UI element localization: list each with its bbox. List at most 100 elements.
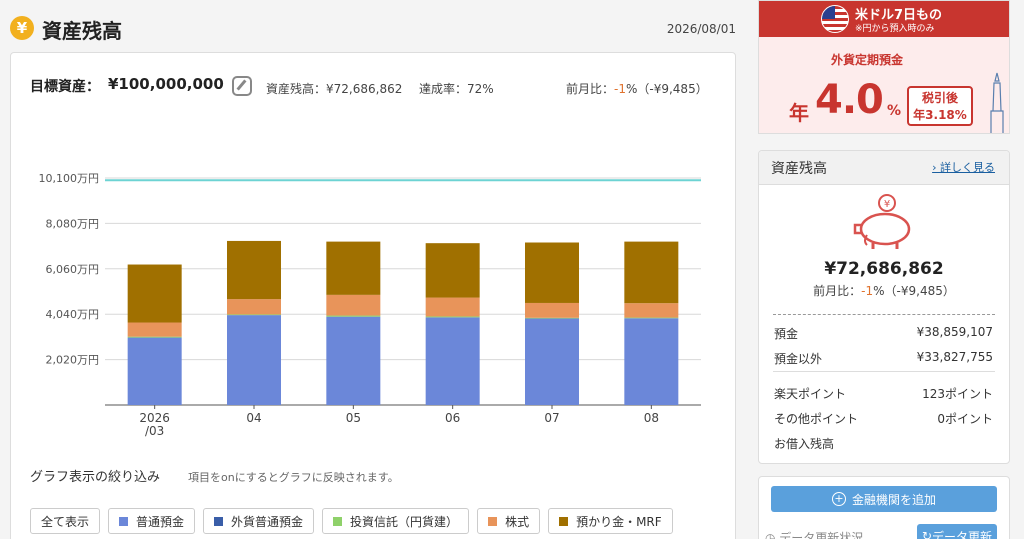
other-points-value: 0ポイント: [937, 412, 993, 426]
bar-segment: [525, 318, 579, 405]
rakuten-points-label: 楽天ポイント: [774, 387, 847, 401]
bar-segment: [326, 316, 381, 405]
main-card: 目標資産： ¥100,000,000 資産残高：¥72,686,862 達成率：…: [10, 52, 736, 539]
filter-chips: 全て表示 普通預金 外貨普通預金 投資信託（円貨建） 株式 預かり金・MRF: [30, 508, 673, 534]
update-status-label: データ更新状況: [779, 531, 864, 539]
page: ¥ 資産残高 2026/08/01 目標資産： ¥100,000,000 資産残…: [0, 0, 1024, 539]
piggy-bank-icon: ¥: [853, 194, 911, 249]
update-status-link[interactable]: ◷ データ更新状況: [765, 529, 863, 539]
y-tick-label: 4,040万円: [46, 308, 100, 321]
banner-header: 米ドル7日もの ※円から預入時のみ: [759, 1, 1009, 37]
chip-label: 外貨普通預金: [231, 514, 304, 529]
side-mom-suffix: %（-¥9,485）: [873, 284, 955, 298]
bar-segment: [624, 303, 679, 318]
x-tick-label: 04: [246, 411, 261, 425]
month-over-month: 前月比：-1%（-¥9,485）: [566, 80, 708, 97]
side-mom-percent: -1: [861, 284, 874, 298]
filter-chip-mrf[interactable]: 預かり金・MRF: [548, 508, 673, 534]
bar-segment: [127, 336, 182, 338]
chip-label: 預かり金・MRF: [576, 514, 662, 529]
page-title: 資産残高: [42, 19, 122, 43]
banner-rate: 4.0: [815, 77, 884, 123]
bar-segment: [326, 315, 381, 317]
loan-row: お借入残高: [774, 435, 993, 452]
swatch-icon: [488, 516, 498, 526]
filter-chip-toushin[interactable]: 投資信託（円貨建）: [322, 508, 470, 534]
banner-after-tax: 税引後年3.18%: [907, 86, 973, 126]
bar-segment: [227, 240, 281, 300]
bar-segment: [127, 337, 182, 405]
add-institution-button[interactable]: + 金融機関を追加: [771, 486, 997, 512]
asset-chart: 10,100万円 8,080万円 6,060万円 4,040万円 2,020万円 2026…: [39, 172, 701, 438]
filter-chip-kabushiki[interactable]: 株式: [477, 508, 541, 534]
svg-text:¥: ¥: [884, 199, 890, 210]
x-tick-label: /03: [145, 424, 164, 438]
banner-subtitle: ※円から預入時のみ: [855, 24, 935, 34]
bar-segment: [227, 299, 281, 315]
edit-goal-icon[interactable]: [232, 76, 252, 96]
non-deposits-label: 預金以外: [774, 352, 823, 366]
swatch-icon: [119, 516, 129, 526]
non-deposits-row: 預金以外 ¥33,827,755: [774, 350, 993, 367]
bar-segment: [624, 317, 679, 319]
y-tick-label: 6,060万円: [46, 263, 100, 276]
bar-segment: [425, 243, 480, 298]
x-tick-label: 07: [544, 411, 559, 425]
x-tick-label: 06: [445, 411, 460, 425]
filter-chip-gaika[interactable]: 外貨普通預金: [203, 508, 315, 534]
x-tick-label: 05: [346, 411, 361, 425]
dashed-divider: [773, 314, 995, 315]
goal-value: ¥100,000,000: [108, 75, 224, 93]
banner-rate-prefix: 年: [789, 101, 809, 125]
mom-suffix: %（-¥9,485）: [625, 82, 708, 96]
bar-segment: [227, 315, 281, 405]
x-tick-label: 08: [644, 411, 659, 425]
y-tick-label: 2,020万円: [46, 354, 100, 367]
after-tax-line1: 税引後: [921, 91, 958, 105]
bar-segment: [227, 314, 281, 316]
actions-card: + 金融機関を追加 ◷ データ更新状況 ↻ データ更新: [758, 476, 1010, 539]
deposits-label: 預金: [774, 327, 799, 341]
side-mom-prefix: 前月比：: [813, 284, 862, 298]
see-details-link[interactable]: › 詳しく見る: [932, 159, 995, 175]
filter-show-all-button[interactable]: 全て表示: [30, 508, 101, 534]
rakuten-points-row: 楽天ポイント 123ポイント: [774, 385, 993, 402]
mom-prefix: 前月比：: [566, 82, 615, 96]
plus-circle-icon: +: [831, 492, 846, 506]
loan-label: お借入残高: [774, 437, 835, 451]
deposits-row: 預金 ¥38,859,107: [774, 325, 993, 342]
other-points-row: その他ポイント 0ポイント: [774, 410, 993, 427]
filter-chip-futsuu[interactable]: 普通預金: [108, 508, 196, 534]
statue-of-liberty-icon: [990, 72, 1004, 133]
filter-hint: 項目をonにするとグラフに反映されます。: [188, 471, 399, 484]
y-tick-label: 10,100万円: [39, 172, 100, 185]
y-tick-label: 8,080万円: [46, 217, 100, 230]
balance-summary: 資産残高：¥72,686,862: [266, 82, 403, 96]
bar-segment: [525, 317, 579, 319]
bar-segment: [326, 241, 381, 295]
achievement-rate: 達成率：72%: [419, 82, 494, 96]
non-deposits-value: ¥33,827,755: [916, 350, 993, 364]
side-month-over-month: 前月比：-1%（-¥9,485）: [759, 282, 1009, 299]
after-tax-line2: 年3.18%: [913, 108, 967, 122]
banner-product: 外貨定期預金: [831, 53, 904, 67]
chip-label: 普通預金: [136, 514, 185, 529]
bar-segment: [425, 297, 480, 317]
bar-segment: [127, 264, 182, 323]
side-total: ¥72,686,862: [824, 259, 944, 279]
chip-label: 投資信託（円貨建）: [350, 514, 459, 529]
swatch-icon: [559, 516, 569, 526]
update-data-button[interactable]: ↻ データ更新: [917, 524, 997, 539]
deposits-value: ¥38,859,107: [916, 325, 993, 339]
bar-segment: [425, 316, 480, 318]
goal-label: 目標資産：: [30, 79, 100, 95]
rakuten-points-value: 123ポイント: [922, 387, 993, 401]
fx-deposit-banner[interactable]: 米ドル7日もの ※円から預入時のみ 外貨定期預金 年 4.0 % 税引後 年3.1…: [758, 0, 1010, 134]
balance-card: 資産残高 › 詳しく見る ¥ ¥72,686,862 前月比：-1%（-¥9,4…: [758, 150, 1010, 464]
add-institution-label: 金融機関を追加: [851, 492, 936, 507]
filter-title: グラフ表示の絞り込み: [30, 470, 161, 485]
page-date: 2026/08/01: [666, 22, 736, 36]
solid-divider: [773, 371, 995, 372]
bar-segment: [425, 317, 480, 405]
update-data-label: データ更新: [932, 529, 993, 539]
